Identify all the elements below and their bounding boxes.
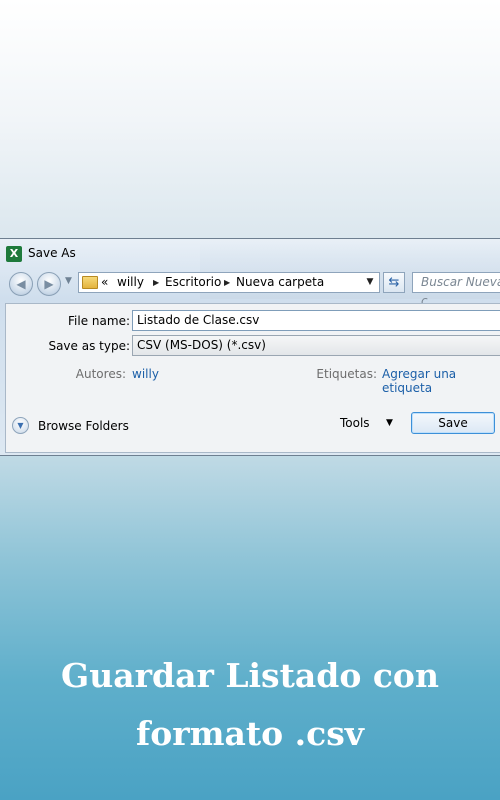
navigation-bar: ◀ ▶ ▼ « willy ▶ Escritorio ▶ Nueva carpe… xyxy=(0,271,500,308)
breadcrumb-separator-icon[interactable]: ▶ xyxy=(153,273,159,292)
tools-dropdown-icon[interactable]: ▼ xyxy=(386,418,393,428)
file-name-field[interactable]: Listado de Clase.csv xyxy=(132,310,500,331)
title-bar: X Save As xyxy=(0,239,500,269)
search-input[interactable]: Buscar Nueva c xyxy=(412,272,500,308)
caption-line-2: formato .csv xyxy=(136,714,364,753)
back-arrow-icon[interactable]: ◀ xyxy=(9,272,33,296)
caption-line-1: Guardar Listado con xyxy=(61,656,439,695)
save-as-type-label: Save as type: xyxy=(48,339,130,353)
forward-arrow-icon[interactable]: ▶ xyxy=(37,272,61,296)
recent-locations-dropdown-icon[interactable]: ▼ xyxy=(65,276,72,286)
breadcrumb-separator-icon[interactable]: ▶ xyxy=(224,273,230,292)
tags-label: Etiquetas: xyxy=(316,367,377,381)
authors-value-link[interactable]: willy xyxy=(132,367,159,381)
save-as-dialog: X Save As ◀ ▶ ▼ « willy ▶ Escritorio ▶ N… xyxy=(0,238,500,456)
tools-menu-button[interactable]: Tools xyxy=(340,416,370,430)
file-name-label: File name: xyxy=(68,314,130,328)
breadcrumb-nueva-carpeta[interactable]: Nueva carpeta xyxy=(236,273,324,292)
dialog-title: Save As xyxy=(28,246,76,260)
save-button[interactable]: Save xyxy=(411,412,495,434)
breadcrumb-overflow[interactable]: « xyxy=(101,273,108,292)
screen: { "window": { "title": "Save As", "app_i… xyxy=(0,0,500,800)
folder-icon xyxy=(82,276,98,289)
authors-label: Autores: xyxy=(75,367,126,381)
browse-folders-button[interactable]: Browse Folders xyxy=(38,419,129,433)
address-bar[interactable]: « willy ▶ Escritorio ▶ Nueva carpeta ▼ xyxy=(78,272,380,293)
save-as-type-select[interactable]: CSV (MS-DOS) (*.csv) xyxy=(132,335,500,356)
add-tag-link[interactable]: Agregar una etiqueta xyxy=(382,367,500,395)
address-dropdown-icon[interactable]: ▼ xyxy=(361,273,379,292)
breadcrumb-willy[interactable]: willy xyxy=(117,273,144,292)
chevron-down-icon[interactable]: ▼ xyxy=(12,417,29,434)
breadcrumb-escritorio[interactable]: Escritorio xyxy=(165,273,221,292)
excel-icon: X xyxy=(6,246,22,262)
refresh-icon[interactable]: ⇆ xyxy=(383,272,405,293)
